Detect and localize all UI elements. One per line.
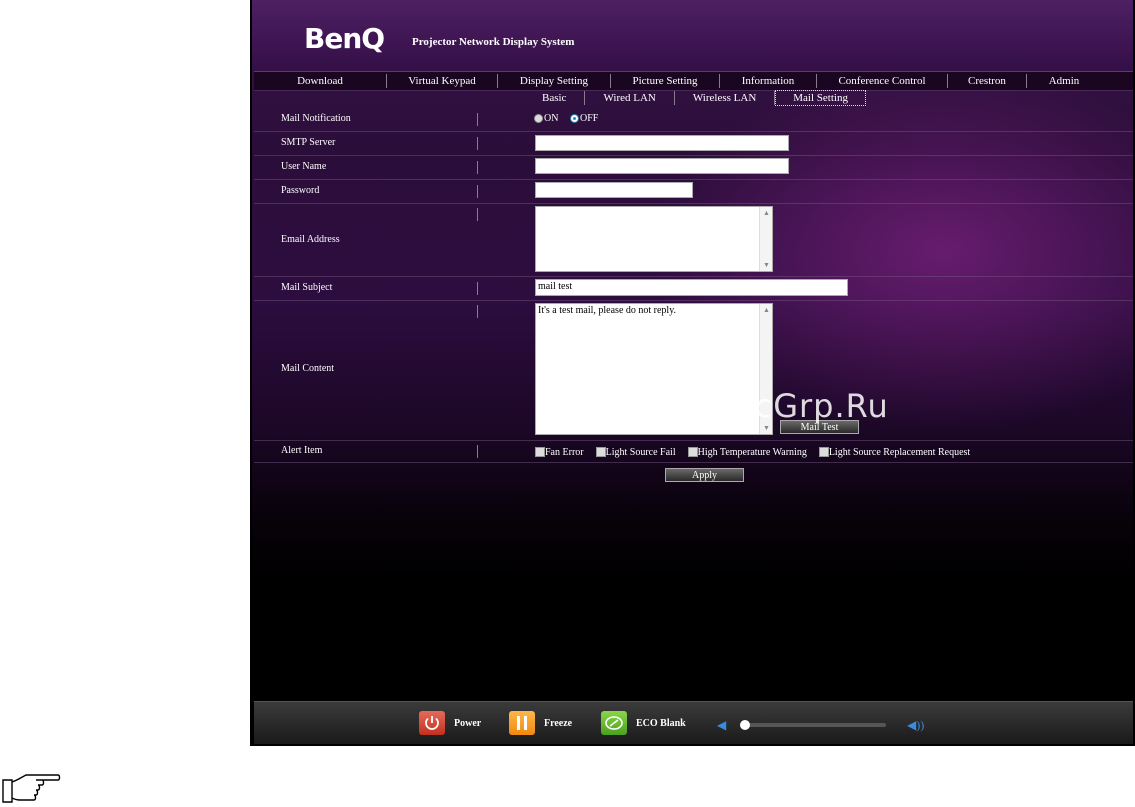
alert-option-label: Fan Error xyxy=(545,446,584,458)
eco-blank-button[interactable]: ECO Blank xyxy=(601,711,686,735)
radio-checked-icon xyxy=(570,114,579,123)
row-divider xyxy=(477,113,478,126)
mail-content-label: Mail Content xyxy=(281,363,335,374)
mail-subject-label: Mail Subject xyxy=(281,282,333,293)
page-background: BenQ Projector Network Display System Do… xyxy=(252,0,1133,744)
row-user-name: User Name xyxy=(254,156,1133,180)
tab-admin[interactable]: Admin xyxy=(1027,74,1101,88)
alert-item-label: Alert Item xyxy=(281,445,323,456)
power-button[interactable]: Power xyxy=(419,711,481,735)
row-smtp-server: SMTP Server xyxy=(254,132,1133,156)
subtab-wireless-lan[interactable]: Wireless LAN xyxy=(675,91,776,105)
row-password: Password xyxy=(254,180,1133,204)
email-address-textarea[interactable]: ▲ ▼ xyxy=(535,206,773,272)
subtab-wired-lan[interactable]: Wired LAN xyxy=(585,91,675,105)
power-label: Power xyxy=(454,717,482,729)
mail-subject-input[interactable]: mail test xyxy=(535,279,848,296)
subtab-basic[interactable]: Basic xyxy=(524,91,586,105)
radio-unchecked-icon xyxy=(534,114,543,123)
row-divider xyxy=(477,185,478,198)
mail-notification-on-radio[interactable]: ON xyxy=(534,113,558,124)
alert-option-label: Light Source Replacement Request xyxy=(828,446,971,458)
alert-option-label: High Temperature Warning xyxy=(697,446,807,458)
user-name-label: User Name xyxy=(281,161,327,172)
scroll-up-icon[interactable]: ▲ xyxy=(763,209,770,217)
off-label: OFF xyxy=(580,113,599,124)
scroll-down-icon[interactable]: ▼ xyxy=(763,424,770,432)
alert-fan-error-checkbox[interactable]: Fan Error xyxy=(535,447,584,458)
pause-icon xyxy=(509,711,535,735)
user-name-input[interactable] xyxy=(535,158,789,174)
scrollbar[interactable]: ▲ ▼ xyxy=(759,207,772,271)
power-icon xyxy=(419,711,445,735)
tab-picture-setting[interactable]: Picture Setting xyxy=(611,74,720,88)
tab-virtual-keypad[interactable]: Virtual Keypad xyxy=(387,74,498,88)
scroll-up-icon[interactable]: ▲ xyxy=(763,306,770,314)
alert-light-source-fail-checkbox[interactable]: Light Source Fail xyxy=(595,446,676,458)
alert-high-temperature-checkbox[interactable]: High Temperature Warning xyxy=(687,446,807,458)
mail-content-value: It's a test mail, please do not reply. xyxy=(538,305,677,316)
row-email-address: Email Address ▲ ▼ xyxy=(254,204,1133,277)
alert-light-source-replacement-checkbox[interactable]: Light Source Replacement Request xyxy=(818,446,971,458)
password-input[interactable] xyxy=(535,182,693,198)
checkbox-icon xyxy=(687,447,698,457)
row-mail-subject: Mail Subject mail test xyxy=(254,277,1133,301)
volume-up-icon[interactable]: ◀)) xyxy=(907,718,924,733)
checkbox-icon xyxy=(818,447,829,457)
footer-controls: Power Freeze ECO Blank ◀ ◀)) xyxy=(254,701,1133,744)
volume-down-icon[interactable]: ◀ xyxy=(717,718,726,733)
row-mail-content: Mail Content It's a test mail, please do… xyxy=(254,301,1133,441)
row-divider xyxy=(477,208,478,221)
row-divider xyxy=(477,305,478,318)
header: BenQ Projector Network Display System xyxy=(252,0,1133,72)
row-mail-notification: Mail Notification ON OFF xyxy=(254,108,1133,132)
eco-blank-label: ECO Blank xyxy=(636,717,686,729)
eco-blank-icon xyxy=(601,711,627,735)
scroll-down-icon[interactable]: ▼ xyxy=(763,261,770,269)
tab-download[interactable]: Download xyxy=(254,74,387,88)
benq-logo: BenQ xyxy=(304,22,385,55)
smtp-server-label: SMTP Server xyxy=(281,137,336,148)
freeze-label: Freeze xyxy=(544,717,573,729)
tab-display-setting[interactable]: Display Setting xyxy=(498,74,611,88)
row-divider xyxy=(477,282,478,295)
tab-crestron[interactable]: Crestron xyxy=(948,74,1027,88)
projector-web-frame: BenQ Projector Network Display System Do… xyxy=(250,0,1135,746)
freeze-button[interactable]: Freeze xyxy=(509,711,572,735)
pointing-hand-icon xyxy=(2,774,61,803)
on-label: ON xyxy=(544,113,559,124)
mail-notification-label: Mail Notification xyxy=(281,113,351,124)
smtp-server-input[interactable] xyxy=(535,135,789,151)
volume-slider-knob[interactable] xyxy=(740,720,750,730)
row-alert-item: Alert Item Fan Error Light Source Fail H… xyxy=(254,441,1133,463)
checkbox-icon xyxy=(595,447,606,457)
email-address-label: Email Address xyxy=(281,234,340,245)
subtab-mail-setting[interactable]: Mail Setting xyxy=(775,90,866,106)
alert-options: Fan Error Light Source Fail High Tempera… xyxy=(535,444,978,462)
row-divider xyxy=(477,445,478,458)
mail-notification-off-radio[interactable]: OFF xyxy=(570,113,598,124)
alert-option-label: Light Source Fail xyxy=(605,446,676,458)
system-title: Projector Network Display System xyxy=(412,36,575,48)
tab-information[interactable]: Information xyxy=(720,74,817,88)
apply-button[interactable]: Apply xyxy=(665,468,744,482)
row-divider xyxy=(477,137,478,150)
tab-conference-control[interactable]: Conference Control xyxy=(817,74,948,88)
checkbox-icon xyxy=(535,447,545,457)
sub-nav: Basic Wired LAN Wireless LAN Mail Settin… xyxy=(524,90,866,106)
watermark: McGrp.Ru xyxy=(726,387,889,425)
row-divider xyxy=(477,161,478,174)
volume-slider[interactable] xyxy=(740,720,886,730)
password-label: Password xyxy=(281,185,320,196)
main-nav: Download Virtual Keypad Display Setting … xyxy=(254,71,1133,91)
